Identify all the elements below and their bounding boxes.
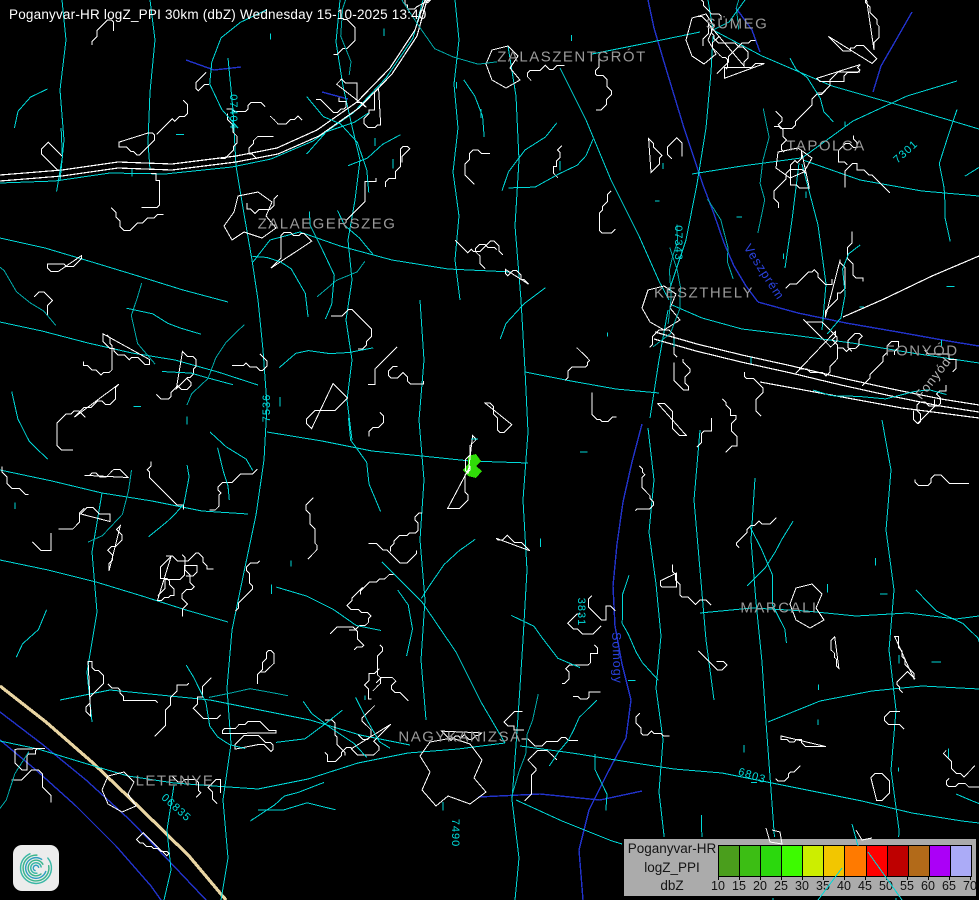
radar-screen: Poganyvar-HR logZ_PPI 30km (dbZ) Wednesd… [0, 0, 979, 900]
legend-swatch [929, 846, 950, 876]
city-label: FONYÓD [885, 343, 958, 360]
road-label: 07343 [672, 225, 684, 261]
radar-title: Poganyvar-HR logZ_PPI 30km (dbZ) Wednesd… [9, 7, 427, 22]
city-label: NAGYKANIZSA [398, 729, 521, 746]
legend-tick-label: 50 [879, 879, 893, 893]
legend-tick-label: 60 [921, 879, 935, 893]
county-label: Somogy [609, 632, 625, 684]
legend-tick-label: 40 [837, 879, 851, 893]
road-label: 7536 [261, 394, 273, 422]
legend-swatch [760, 846, 781, 876]
legend-colorbar [718, 845, 972, 877]
legend-product-name: logZ_PPI [627, 861, 717, 876]
city-label: ZALASZENTGRÓT [497, 49, 647, 66]
legend-tick-label: 35 [816, 879, 830, 893]
legend-swatch [739, 846, 760, 876]
legend-text: Poganyvar-HR logZ_PPI dbZ [627, 842, 717, 894]
legend-tick-label: 45 [858, 879, 872, 893]
legend-swatch [866, 846, 887, 876]
radar-map [0, 0, 979, 900]
legend-tick-label: 70 [963, 879, 977, 893]
road-label: 07404 [227, 94, 239, 130]
road-label: 7490 [449, 819, 461, 847]
spiral-icon [16, 848, 56, 888]
city-label: KESZTHELY [654, 285, 754, 302]
legend-swatch [719, 846, 739, 876]
legend-tick-label: 55 [900, 879, 914, 893]
legend-swatch [887, 846, 908, 876]
legend-tick-label: 65 [942, 879, 956, 893]
city-label: LETENYE [136, 773, 215, 790]
app-logo [13, 845, 59, 891]
legend-tick-label: 25 [774, 879, 788, 893]
legend-tick-label: 15 [732, 879, 746, 893]
legend-swatch [908, 846, 929, 876]
legend-unit: dbZ [627, 879, 717, 894]
legend-swatch [950, 846, 971, 876]
city-label: SÜMEG [706, 16, 769, 33]
legend-radar-name: Poganyvar-HR [627, 842, 717, 857]
city-label: ZALAEGERSZEG [258, 216, 397, 233]
city-label: MARCALI [740, 600, 817, 617]
legend-swatch [802, 846, 823, 876]
legend-tick-label: 20 [753, 879, 767, 893]
road-label: 3831 [575, 598, 587, 626]
legend-swatch [844, 846, 865, 876]
city-label: TAPOLCA [786, 138, 865, 155]
legend-swatch [823, 846, 844, 876]
legend-swatch [781, 846, 802, 876]
legend-tick-label: 10 [711, 879, 725, 893]
radar-legend: Poganyvar-HR logZ_PPI dbZ 10 15 20 25 30 35 40… [622, 837, 978, 898]
legend-tick-label: 30 [795, 879, 809, 893]
